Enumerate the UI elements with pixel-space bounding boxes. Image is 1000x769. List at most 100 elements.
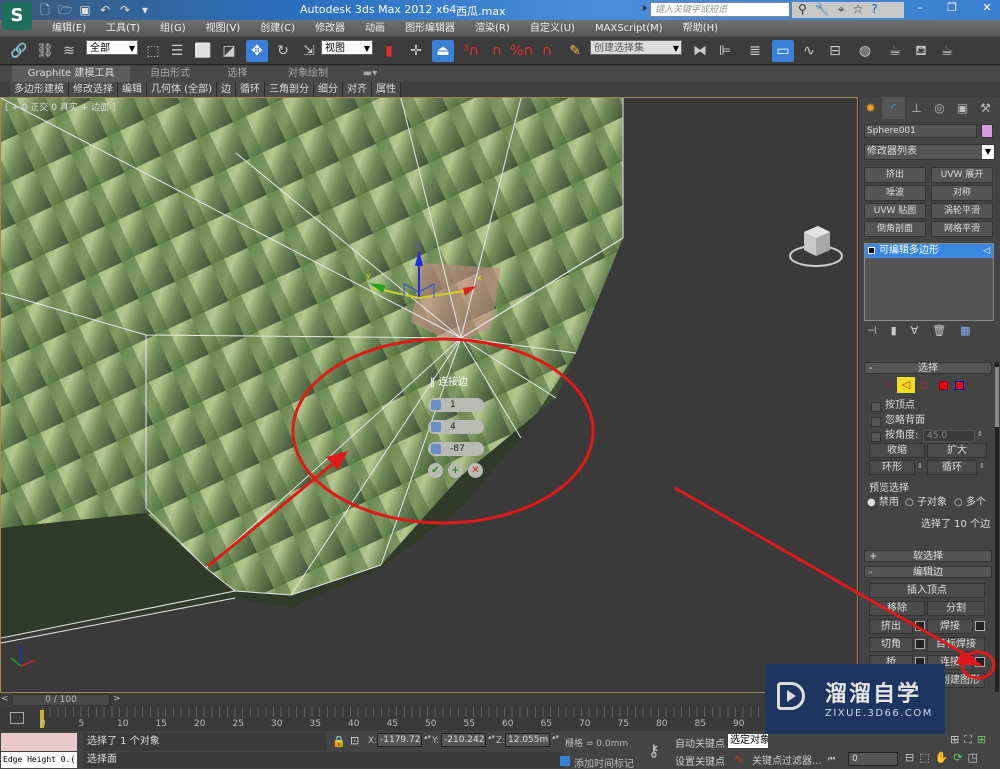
restore-button[interactable]: ❐: [937, 0, 967, 16]
pin-stack-icon[interactable]: ⊣: [867, 324, 877, 340]
panel-align[interactable]: 对齐: [342, 82, 372, 97]
modifier-uvw-map-button[interactable]: UVW 贴图: [864, 203, 926, 219]
render-setup-icon[interactable]: ☕: [884, 40, 906, 62]
remove-button[interactable]: 移除: [869, 601, 925, 616]
drag-handle-icon[interactable]: ‖: [430, 377, 435, 388]
spinner-snap-icon[interactable]: ∩: [536, 40, 558, 62]
make-unique-icon[interactable]: ∀: [911, 324, 919, 340]
split-button[interactable]: 分割: [927, 601, 985, 616]
weld-settings-icon[interactable]: [975, 621, 985, 631]
by-angle-checkbox[interactable]: 按角度:: [871, 430, 918, 442]
add-time-tag-button[interactable]: 添加时间标记: [560, 755, 634, 769]
weld-button[interactable]: 焊接: [927, 619, 973, 634]
selection-filter-dropdown[interactable]: 全部 ▼: [86, 40, 138, 55]
ignore-backfacing-checkbox[interactable]: 忽略背面: [871, 415, 925, 427]
layer-manager-icon[interactable]: ≣: [744, 40, 766, 62]
chamfer-settings-icon[interactable]: [915, 639, 925, 649]
modifier-symmetry-button[interactable]: 对称: [931, 185, 993, 201]
target-weld-button[interactable]: 目标焊接: [927, 637, 985, 652]
select-by-name-icon[interactable]: ☰: [166, 40, 188, 62]
ring-spinner-icon[interactable]: ⇕: [917, 462, 923, 470]
mirror-icon[interactable]: ⧓: [689, 40, 711, 62]
modifier-stack[interactable]: 可编辑多边形 ◁: [864, 243, 994, 321]
zoom-extents-all-icon[interactable]: ⊞: [950, 733, 959, 747]
prev-frame-button[interactable]: <: [1, 694, 9, 704]
modifier-bevel-profile-button[interactable]: 倒角剖面: [864, 221, 926, 237]
modifier-unwrap-uvw-button[interactable]: UVW 展开: [931, 167, 993, 183]
next-frame-button[interactable]: >: [113, 694, 121, 704]
menu-help[interactable]: 帮助(H): [673, 20, 728, 37]
help-icon[interactable]: ?: [871, 2, 877, 18]
open-folder-icon[interactable]: 🗁: [58, 3, 73, 17]
edit-named-selection-icon[interactable]: ✎: [564, 40, 586, 62]
customize-dropdown-icon[interactable]: ▾: [138, 3, 152, 17]
select-and-rotate-icon[interactable]: ↻: [272, 40, 294, 62]
pivot-center-icon[interactable]: ▮: [378, 40, 400, 62]
key-filters-button[interactable]: 关键点过滤器...: [752, 752, 822, 767]
named-selection-set-dropdown[interactable]: 创建选择集 ▼: [590, 40, 682, 55]
selection-set-dropdown[interactable]: 选定对象: [728, 734, 768, 748]
selection-rollout-header[interactable]: - 选择: [864, 362, 992, 374]
percent-snap-icon[interactable]: %∩: [510, 40, 534, 62]
edge-mode-icon[interactable]: ◁: [897, 377, 915, 393]
window-crossing-icon[interactable]: ◪: [218, 40, 240, 62]
key-mode-icon[interactable]: ∿: [734, 752, 744, 766]
close-button[interactable]: ✕: [969, 0, 1000, 16]
trackbar[interactable]: 0 5 10 15 20 25 30 35 40 45 50 55 60 65 70 75 80 85 90: [0, 707, 858, 731]
y-coordinate-field[interactable]: -210.242m: [441, 733, 486, 747]
curve-editor-mini-icon[interactable]: [10, 712, 24, 724]
border-mode-icon[interactable]: ○: [919, 380, 928, 391]
unlink-icon[interactable]: ⛓: [34, 40, 56, 62]
menu-views[interactable]: 视图(V): [196, 20, 251, 37]
tab-selection[interactable]: 选择: [210, 66, 265, 82]
maxscript-output[interactable]: Edge Height 0.(: [1, 752, 77, 768]
panel-subdivision[interactable]: 细分: [313, 82, 343, 97]
viewport-label[interactable]: [ + 0 正交 0 真实 + 边面 ]: [5, 100, 115, 113]
satellite-icon[interactable]: ⌖: [838, 2, 845, 18]
lock-icon[interactable]: 🔒: [332, 735, 346, 748]
select-and-move-icon[interactable]: ✥: [246, 40, 268, 62]
app-logo-icon[interactable]: S: [2, 2, 32, 30]
menu-animation[interactable]: 动画: [355, 20, 395, 37]
absolute-mode-icon[interactable]: ⊡: [350, 734, 359, 747]
search-input[interactable]: 键入关键字或短语: [650, 2, 790, 17]
select-object-icon[interactable]: ⬚: [142, 40, 164, 62]
ring-button[interactable]: 环形: [869, 460, 915, 475]
set-key-button[interactable]: 设置关键点: [675, 753, 725, 768]
connect-settings-icon[interactable]: [975, 657, 985, 667]
manipulate-icon[interactable]: ✛: [405, 40, 427, 62]
save-icon[interactable]: ▣: [78, 3, 92, 17]
caddy-cancel-button[interactable]: ✕: [468, 463, 483, 478]
bind-space-warp-icon[interactable]: ≋: [58, 40, 80, 62]
modifier-extrude-button[interactable]: 挤出: [864, 167, 926, 183]
rectangular-selection-icon[interactable]: ⬜: [192, 40, 214, 62]
menu-graph-editors[interactable]: 图形编辑器: [395, 20, 465, 37]
loop-spinner-icon[interactable]: ⇕: [979, 462, 985, 470]
go-to-start-icon[interactable]: ⏮: [828, 754, 835, 764]
keyboard-shortcut-override-icon[interactable]: ⏏: [432, 40, 454, 62]
tab-freeform[interactable]: 自由形式: [140, 66, 200, 82]
slide-field[interactable]: -87: [428, 442, 484, 456]
segments-field[interactable]: 1: [428, 398, 484, 412]
panel-loops[interactable]: 循环: [235, 82, 265, 97]
grow-button[interactable]: 扩大: [927, 443, 987, 458]
reference-coordinate-dropdown[interactable]: 视图 ▼: [321, 40, 373, 55]
wrench-icon[interactable]: 🔧: [815, 2, 830, 18]
modifier-turbosmooth-button[interactable]: 涡轮平滑: [931, 203, 993, 219]
binoculars-icon[interactable]: ⚲: [798, 2, 807, 18]
preview-subobject-radio[interactable]: ○ 子对象: [905, 493, 947, 508]
menu-group[interactable]: 组(G): [150, 20, 196, 37]
panel-properties[interactable]: 属性: [371, 82, 401, 97]
time-slider[interactable]: < 0 / 100 >: [0, 693, 858, 707]
orbit-icon[interactable]: ⟳: [953, 751, 962, 764]
zoom-region-icon[interactable]: ⬚: [919, 751, 929, 764]
menu-tools[interactable]: 工具(T): [96, 20, 150, 37]
hierarchy-tab-icon[interactable]: ⊥: [905, 97, 928, 119]
align-icon[interactable]: ⊫: [714, 40, 736, 62]
show-end-result-icon[interactable]: ▮: [891, 324, 897, 340]
modifier-noise-button[interactable]: 噪波: [864, 185, 926, 201]
z-spinner-icon[interactable]: ▴▾: [552, 734, 559, 746]
panel-edit[interactable]: 编辑: [118, 82, 147, 97]
expand-icon[interactable]: [868, 247, 875, 254]
modifier-meshsmooth-button[interactable]: 网格平滑: [931, 221, 993, 237]
